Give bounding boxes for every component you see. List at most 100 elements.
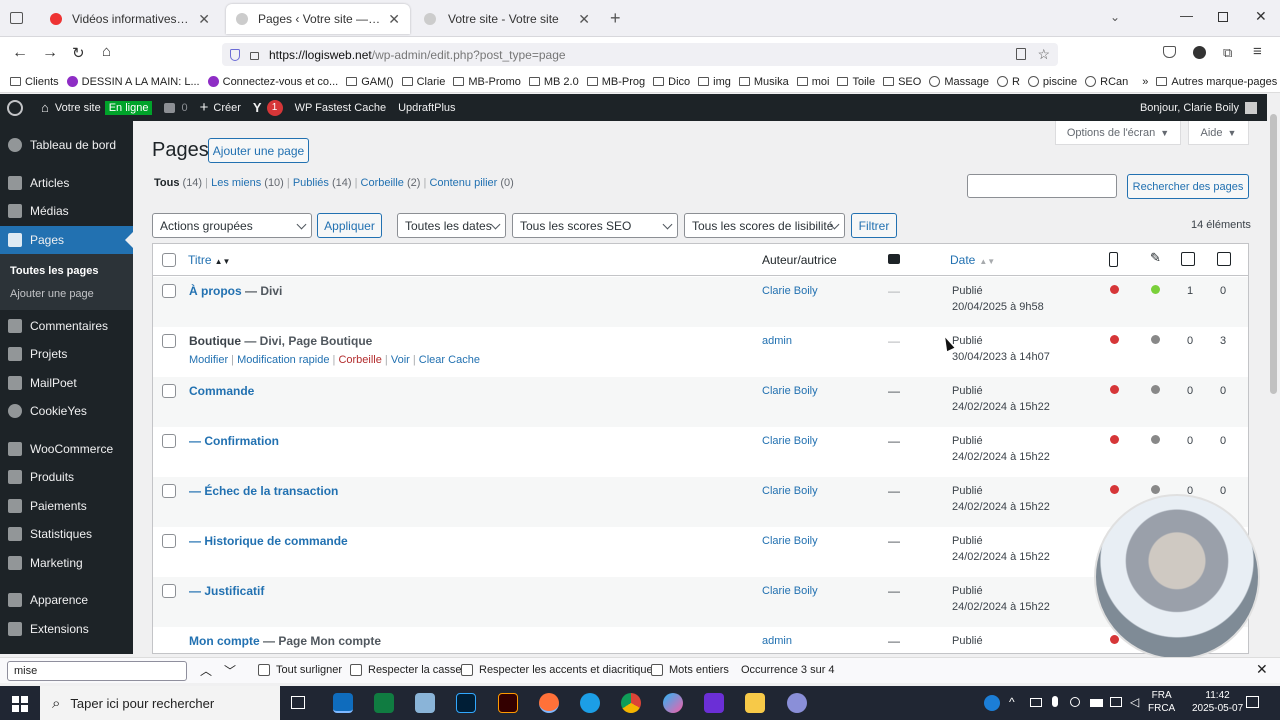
- bookmark[interactable]: RCan: [1085, 76, 1128, 88]
- url-bar[interactable]: https://logisweb.net /wp-admin/edit.php?…: [222, 43, 1058, 66]
- author-link[interactable]: admin: [762, 335, 792, 347]
- page-title-link[interactable]: — Échec de la transaction: [189, 484, 338, 498]
- sidebar-item-appearance[interactable]: Apparence: [0, 586, 133, 614]
- search-pages-button[interactable]: Rechercher des pages: [1127, 174, 1249, 199]
- task-view-icon[interactable]: [291, 696, 305, 709]
- sidebar-item-dashboard[interactable]: Tableau de bord: [0, 131, 133, 159]
- pocket-icon[interactable]: [1163, 46, 1176, 58]
- reload-icon[interactable]: ↻: [72, 44, 85, 62]
- sidebar-item-comments[interactable]: Commentaires: [0, 312, 133, 340]
- bookmark[interactable]: MB 2.0: [528, 76, 579, 88]
- whole-words-checkbox[interactable]: [651, 664, 663, 676]
- home-icon[interactable]: ⌂: [102, 43, 111, 60]
- filter-mine[interactable]: Les miens (10): [211, 177, 284, 189]
- page-scrollbar[interactable]: [1267, 94, 1280, 654]
- page-title-link[interactable]: — Confirmation: [189, 434, 279, 448]
- other-bookmarks[interactable]: Autres marque-pages: [1156, 76, 1277, 88]
- readability-column-icon[interactable]: ✎: [1150, 250, 1161, 266]
- minimize-icon[interactable]: —: [1180, 8, 1193, 23]
- filter-trash[interactable]: Corbeille (2): [361, 177, 421, 189]
- user-greeting[interactable]: Bonjour, Clarie Boily: [1140, 102, 1239, 114]
- sidebar-item-woocommerce[interactable]: WooCommerce: [0, 435, 133, 463]
- column-date-header[interactable]: Date ▲▼: [950, 253, 995, 267]
- quick-edit-link[interactable]: Modification rapide: [237, 354, 329, 366]
- author-link[interactable]: Clarie Boily: [762, 285, 818, 297]
- page-title-link[interactable]: Boutique: [189, 334, 241, 348]
- settings-icon[interactable]: [787, 693, 807, 713]
- file-explorer-icon[interactable]: [745, 693, 765, 713]
- comments-link[interactable]: 0: [164, 102, 188, 114]
- tab-list-icon[interactable]: [10, 12, 23, 24]
- account-icon[interactable]: [1193, 46, 1206, 59]
- dates-filter-select[interactable]: Toutes les dates: [397, 213, 506, 238]
- new-tab-icon[interactable]: +: [610, 8, 621, 29]
- select-all-checkbox[interactable]: [162, 253, 176, 267]
- author-link[interactable]: Clarie Boily: [762, 485, 818, 497]
- firefox-icon[interactable]: [539, 693, 559, 713]
- windows-start-icon[interactable]: [12, 696, 28, 712]
- sidebar-item-projects[interactable]: Projets: [0, 340, 133, 368]
- outlook-icon[interactable]: [333, 693, 353, 713]
- new-content-link[interactable]: + Créer: [200, 99, 241, 116]
- menu-icon[interactable]: ≡: [1253, 43, 1262, 60]
- bookmark[interactable]: GAM(): [346, 76, 394, 88]
- app-icon[interactable]: [415, 693, 435, 713]
- notifications-icon[interactable]: [1246, 696, 1259, 708]
- sidebar-item-plugins[interactable]: Extensions: [0, 615, 133, 643]
- sidebar-item-pages[interactable]: Pages: [0, 226, 133, 254]
- row-checkbox[interactable]: [162, 284, 176, 298]
- back-icon[interactable]: ←: [12, 44, 28, 62]
- browser-tab-active[interactable]: Pages ‹ Votre site — WordPress ✕: [226, 4, 410, 34]
- tray-chevron-icon[interactable]: ^: [1009, 695, 1015, 709]
- search-input[interactable]: [967, 174, 1117, 198]
- sidebar-item-products[interactable]: Produits: [0, 463, 133, 491]
- photoshop-icon[interactable]: [456, 693, 476, 713]
- bookmark[interactable]: piscine: [1027, 76, 1077, 88]
- tab-close-icon[interactable]: ✕: [198, 11, 210, 28]
- edge-icon[interactable]: [580, 693, 600, 713]
- star-icon[interactable]: ☆: [1037, 46, 1050, 63]
- match-case-checkbox[interactable]: [350, 664, 362, 676]
- app-icon[interactable]: [704, 693, 724, 713]
- bookmark[interactable]: R: [996, 76, 1020, 88]
- add-page-button[interactable]: Ajouter une page: [208, 138, 309, 163]
- sidebar-item-marketing[interactable]: Marketing: [0, 549, 133, 577]
- bookmark[interactable]: moi: [796, 76, 829, 88]
- more-bookmarks-chevron-icon[interactable]: »: [1142, 76, 1148, 88]
- row-checkbox[interactable]: [162, 484, 176, 498]
- wp-fastest-cache-link[interactable]: WP Fastest Cache: [295, 102, 387, 114]
- outgoing-links-column-icon[interactable]: [1181, 252, 1195, 266]
- bookmark[interactable]: Clients: [10, 76, 59, 88]
- find-next-icon[interactable]: ﹀: [224, 662, 236, 679]
- extensions-icon[interactable]: ⧉: [1223, 45, 1232, 61]
- view-link[interactable]: Voir: [391, 354, 410, 366]
- submenu-add-page[interactable]: Ajouter une page: [10, 288, 94, 300]
- sidebar-item-media[interactable]: Médias: [0, 197, 133, 225]
- filter-button[interactable]: Filtrer: [851, 213, 897, 238]
- chrome-icon[interactable]: [621, 693, 641, 713]
- filter-all[interactable]: Tous (14): [154, 177, 202, 189]
- bookmark[interactable]: Massage: [929, 76, 989, 88]
- bookmark[interactable]: MB-Promo: [453, 76, 521, 88]
- reader-icon[interactable]: [1016, 48, 1026, 60]
- seo-score-column-icon[interactable]: [1109, 252, 1118, 267]
- readability-score-select[interactable]: Tous les scores de lisibilité: [684, 213, 845, 238]
- row-checkbox[interactable]: [162, 534, 176, 548]
- restore-icon[interactable]: [1218, 12, 1228, 22]
- filter-pillar[interactable]: Contenu pilier (0): [429, 177, 513, 189]
- page-title-link[interactable]: Commande: [189, 384, 254, 398]
- column-comments-icon[interactable]: [888, 254, 900, 264]
- find-input[interactable]: mise: [7, 661, 187, 681]
- apply-button[interactable]: Appliquer: [317, 213, 382, 238]
- author-link[interactable]: Clarie Boily: [762, 385, 818, 397]
- column-title-header[interactable]: Titre ▲▼: [188, 253, 230, 267]
- copilot-icon[interactable]: [663, 693, 683, 713]
- find-previous-icon[interactable]: ︿: [200, 662, 212, 679]
- help-tray-icon[interactable]: [984, 695, 1000, 711]
- page-title-link[interactable]: Mon compte: [189, 634, 260, 648]
- bookmark[interactable]: DESSIN A LA MAIN: L...: [66, 76, 200, 88]
- screen-options-tab[interactable]: Options de l'écran ▼: [1055, 121, 1181, 145]
- bookmark[interactable]: SEO: [883, 76, 921, 88]
- page-title-link[interactable]: — Justificatif: [189, 584, 264, 598]
- keyboard-language[interactable]: FRA FRCA: [1148, 689, 1175, 715]
